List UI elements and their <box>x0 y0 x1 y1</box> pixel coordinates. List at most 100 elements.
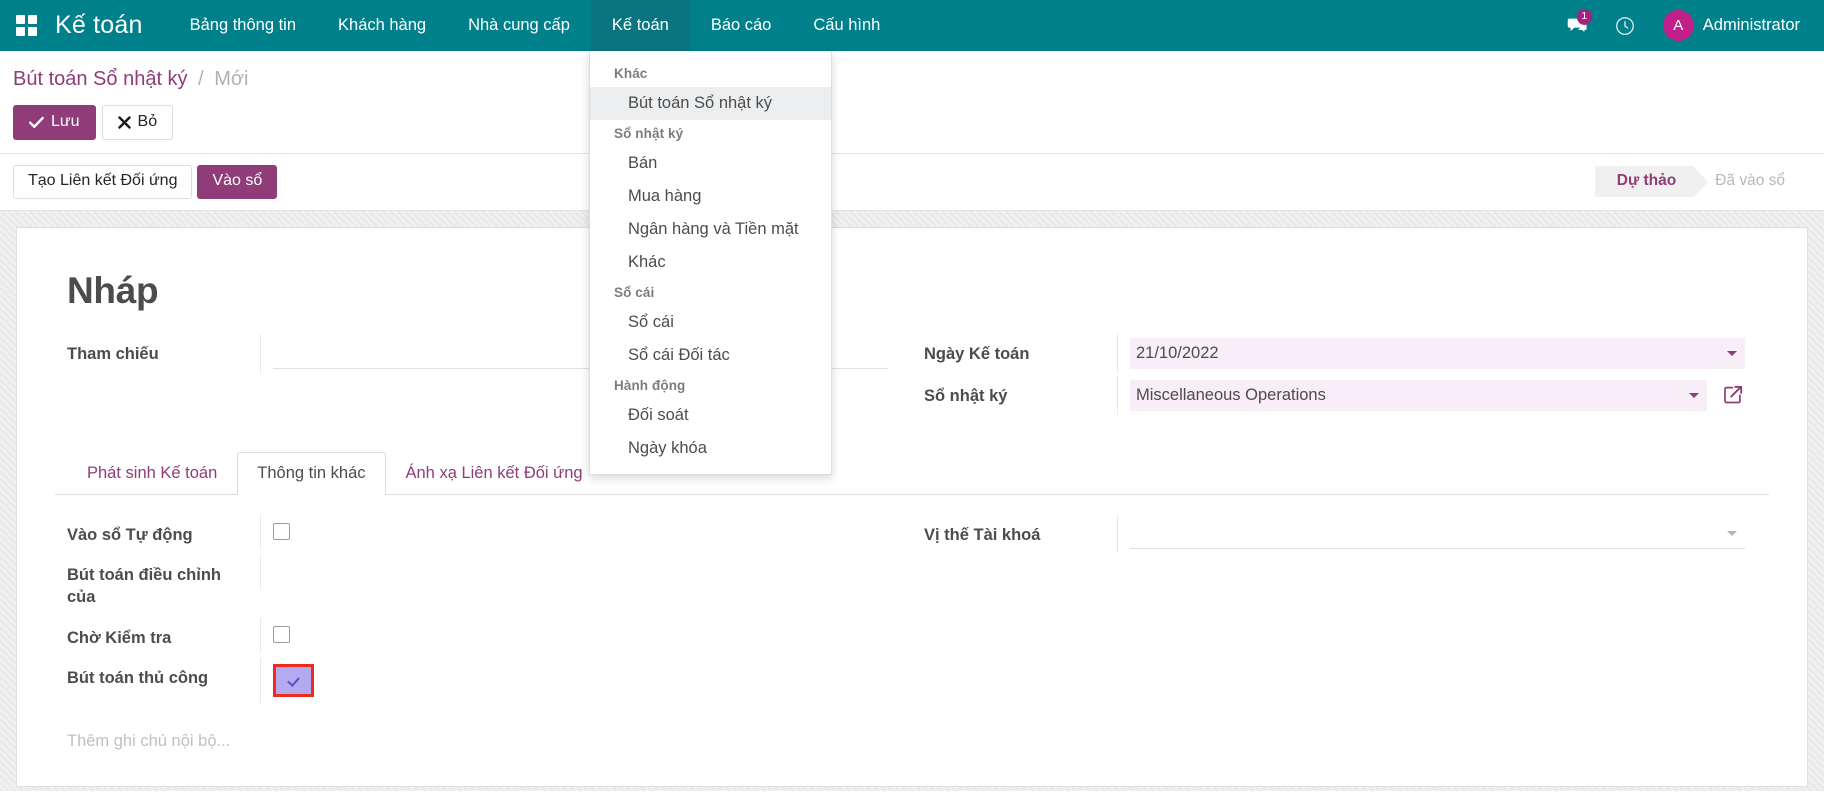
other-info-fields: Vào sổ Tự động Bút toán điều chỉnh của C… <box>55 515 1769 706</box>
dropdown-item-journal-entries[interactable]: Bút toán Sổ nhật ký <box>590 87 831 120</box>
save-button-label: Lưu <box>51 112 80 132</box>
form-column-right: Ngày Kế toán 21/10/2022 Sổ nhật ký Misce… <box>912 334 1769 418</box>
other-info-column-right: Vị thế Tài khoá <box>912 515 1769 706</box>
times-icon <box>118 116 131 129</box>
field-row-journal: Sổ nhật ký Miscellaneous Operations <box>912 376 1745 415</box>
notebook-page-other-info: Vào sổ Tự động Bút toán điều chỉnh của C… <box>55 495 1769 757</box>
accounting-dropdown-menu: Khác Bút toán Sổ nhật ký Sổ nhật ký Bán … <box>589 51 832 475</box>
activities-menu-button[interactable] <box>1603 0 1647 51</box>
discard-button-label: Bỏ <box>138 112 158 132</box>
field-label-reference: Tham chiếu <box>55 334 260 371</box>
tab-journal-items[interactable]: Phát sinh Kế toán <box>67 452 237 495</box>
control-panel: Bút toán Sổ nhật ký / Mới Lưu Bỏ <box>0 51 1824 154</box>
journal-value: Miscellaneous Operations <box>1136 386 1326 405</box>
notebook-tabs: Phát sinh Kế toán Thông tin khác Ánh xạ … <box>55 452 1769 495</box>
field-row-fiscal-position: Vị thế Tài khoá <box>912 515 1745 553</box>
field-value-reversal-of <box>260 555 888 589</box>
internal-note-input[interactable]: Thêm ghi chú nội bộ... <box>67 726 1769 757</box>
field-label-to-check: Chờ Kiểm tra <box>55 618 260 655</box>
dropdown-item-general-ledger[interactable]: Sổ cái <box>590 306 831 339</box>
other-info-column-left: Vào sổ Tự động Bút toán điều chỉnh của C… <box>55 515 912 706</box>
field-row-manual-entry: Bút toán thủ công <box>55 658 888 703</box>
field-value-to-check <box>260 618 888 652</box>
dropdown-section-header-ledger: Sổ cái <box>590 279 831 306</box>
stage-draft[interactable]: Dự thảo <box>1595 166 1693 197</box>
record-action-buttons: Lưu Bỏ <box>0 95 1824 153</box>
discard-button[interactable]: Bỏ <box>102 105 174 140</box>
save-button[interactable]: Lưu <box>13 105 96 140</box>
field-row-reversal-of: Bút toán điều chỉnh của <box>55 555 888 615</box>
user-name-label: Administrator <box>1703 16 1800 35</box>
chevron-down-icon <box>1727 351 1737 356</box>
menu-item-accounting[interactable]: Kế toán <box>591 0 690 51</box>
messages-counter-badge: 1 <box>1577 9 1592 25</box>
statusbar-buttons: Tạo Liên kết Đối ứng Vào sổ <box>13 165 277 199</box>
field-value-accounting-date: 21/10/2022 <box>1117 334 1745 373</box>
field-row-accounting-date: Ngày Kế toán 21/10/2022 <box>912 334 1745 373</box>
dropdown-item-sales[interactable]: Bán <box>590 147 831 180</box>
field-label-journal: Sổ nhật ký <box>912 376 1117 413</box>
accounting-date-value: 21/10/2022 <box>1136 344 1219 363</box>
menu-item-vendors[interactable]: Nhà cung cấp <box>447 0 591 51</box>
page-title: Nháp <box>67 270 1769 312</box>
avatar: A <box>1663 10 1694 41</box>
tab-other-info[interactable]: Thông tin khác <box>237 452 385 495</box>
chevron-down-icon <box>1727 531 1737 536</box>
manual-entry-checkbox[interactable] <box>285 672 302 689</box>
field-value-journal: Miscellaneous Operations <box>1117 376 1745 415</box>
messages-menu-button[interactable]: 1 <box>1555 0 1599 51</box>
dropdown-item-bank-cash[interactable]: Ngân hàng và Tiền mặt <box>590 213 831 246</box>
clock-icon <box>1614 15 1636 37</box>
field-value-fiscal-position <box>1117 515 1745 553</box>
menu-item-reporting[interactable]: Báo cáo <box>690 0 793 51</box>
field-label-manual-entry: Bút toán thủ công <box>55 658 260 695</box>
manual-entry-highlight-box <box>273 664 314 697</box>
journal-internal-link-button[interactable] <box>1721 383 1745 407</box>
app-brand[interactable]: Kế toán <box>51 0 169 51</box>
journal-input[interactable]: Miscellaneous Operations <box>1130 380 1707 411</box>
form-main-fields: Tham chiếu Ngày Kế toán 21/10/2022 <box>55 334 1769 418</box>
statusbar-stages: Dự thảo Đã vào sổ <box>1595 166 1824 197</box>
field-row-to-check: Chờ Kiểm tra <box>55 618 888 655</box>
dropdown-section-header-actions: Hành động <box>590 372 831 399</box>
dropdown-item-lock-dates[interactable]: Ngày khóa <box>590 432 831 465</box>
fiscal-position-input[interactable] <box>1130 519 1745 549</box>
create-counterpart-link-button[interactable]: Tạo Liên kết Đối ứng <box>13 165 192 199</box>
field-label-accounting-date: Ngày Kế toán <box>912 334 1117 371</box>
menu-item-configuration[interactable]: Cấu hình <box>792 0 901 51</box>
field-row-auto-post: Vào sổ Tự động <box>55 515 888 552</box>
breadcrumb-separator: / <box>198 68 204 90</box>
dropdown-item-miscellaneous[interactable]: Khác <box>590 246 831 279</box>
form-sheet: Nháp Tham chiếu Ngày Kế toán 21/10/2022 <box>16 227 1808 787</box>
notebook: Phát sinh Kế toán Thông tin khác Ánh xạ … <box>55 452 1769 757</box>
main-menu: Bảng thông tin Khách hàng Nhà cung cấp K… <box>169 0 902 51</box>
chevron-down-icon <box>1689 393 1699 398</box>
stage-posted[interactable]: Đã vào sổ <box>1693 166 1802 197</box>
check-icon <box>29 116 44 129</box>
breadcrumb-current: Mới <box>214 68 248 90</box>
apps-grid-icon <box>16 15 37 36</box>
top-navbar: Kế toán Bảng thông tin Khách hàng Nhà cu… <box>0 0 1824 51</box>
dropdown-item-partner-ledger[interactable]: Sổ cái Đối tác <box>590 339 831 372</box>
menu-item-customers[interactable]: Khách hàng <box>317 0 447 51</box>
post-button[interactable]: Vào sổ <box>197 165 277 199</box>
user-menu-button[interactable]: A Administrator <box>1651 0 1806 51</box>
field-value-auto-post <box>260 515 888 549</box>
dropdown-section-header-misc: Khác <box>590 60 831 87</box>
field-label-fiscal-position: Vị thế Tài khoá <box>912 515 1117 552</box>
dropdown-section-header-journals: Sổ nhật ký <box>590 120 831 147</box>
menu-item-dashboard[interactable]: Bảng thông tin <box>169 0 317 51</box>
tab-counterpart-mapping[interactable]: Ánh xạ Liên kết Đối ứng <box>386 452 603 495</box>
breadcrumb: Bút toán Sổ nhật ký / Mới <box>0 63 1824 95</box>
field-label-reversal-of: Bút toán điều chỉnh của <box>55 555 260 615</box>
auto-post-checkbox[interactable] <box>273 523 290 540</box>
breadcrumb-root-link[interactable]: Bút toán Sổ nhật ký <box>13 68 188 90</box>
apps-menu-toggle[interactable] <box>0 0 51 51</box>
dropdown-item-purchase[interactable]: Mua hàng <box>590 180 831 213</box>
external-link-icon <box>1721 383 1745 407</box>
to-check-checkbox[interactable] <box>273 626 290 643</box>
dropdown-item-reconciliation[interactable]: Đối soát <box>590 399 831 432</box>
accounting-date-input[interactable]: 21/10/2022 <box>1130 338 1745 369</box>
form-statusbar: Tạo Liên kết Đối ứng Vào sổ Dự thảo Đã v… <box>0 154 1824 211</box>
navbar-systray: 1 A Administrator <box>1555 0 1824 51</box>
